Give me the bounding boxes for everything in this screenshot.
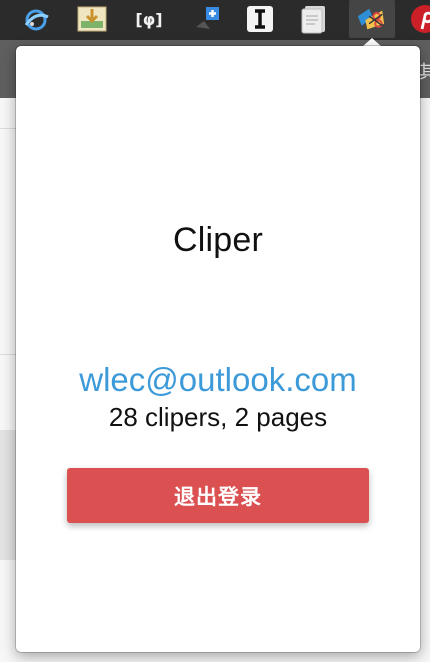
popup-title: Cliper: [172, 221, 263, 259]
page-divider: [0, 354, 16, 355]
bookmark-item-label[interactable]: 其: [419, 58, 430, 84]
phi-bracket-icon[interactable]: [φ]: [131, 4, 167, 34]
page-divider: [0, 128, 16, 129]
document-icon[interactable]: [299, 4, 329, 34]
pinterest-icon[interactable]: [410, 4, 430, 34]
download-icon[interactable]: [77, 4, 107, 34]
plus-square-icon[interactable]: [192, 4, 222, 34]
logout-button[interactable]: 退出登录: [67, 468, 369, 523]
page-block: [0, 430, 16, 560]
cliper-scissors-icon[interactable]: [356, 4, 386, 34]
aurora-icon[interactable]: [21, 4, 51, 34]
browser-toolbar: [φ]: [0, 0, 430, 40]
account-email: wlec@outlook.com: [79, 361, 357, 398]
clip-stats: 28 clipers, 2 pages: [108, 402, 328, 432]
cliper-popup: Cliper wlec@outlook.com 28 clipers, 2 pa…: [16, 46, 420, 652]
text-cursor-icon[interactable]: [245, 4, 275, 34]
